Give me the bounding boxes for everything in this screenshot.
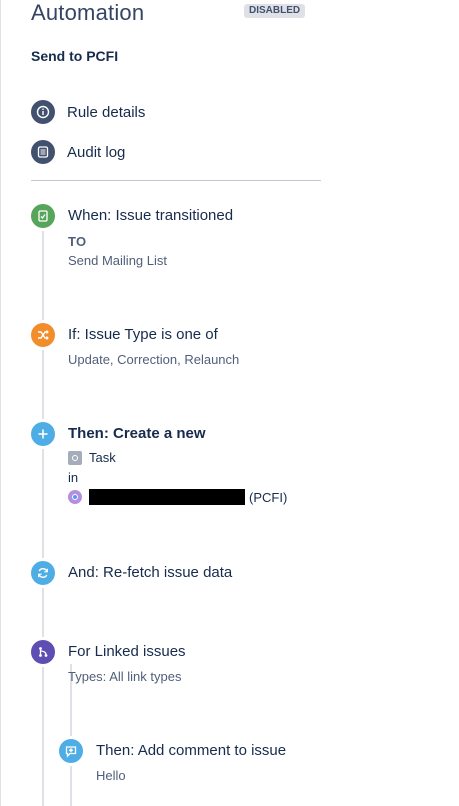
trigger-heading: When: Issue transitioned (68, 207, 234, 224)
add-comment-step[interactable]: Then: Add comment to issue Hello (59, 739, 359, 787)
plus-icon (31, 422, 55, 446)
trigger-icon (31, 204, 55, 228)
trigger-to-label: TO (68, 234, 87, 249)
timeline-connector (42, 228, 44, 806)
branch-heading: For Linked issues (68, 643, 186, 660)
audit-log-label: Audit log (67, 143, 126, 161)
project-avatar-icon (68, 490, 82, 504)
info-icon (31, 100, 55, 124)
refetch-heading: And: Re-fetch issue data (68, 564, 233, 581)
task-icon (68, 450, 82, 465)
issue-type-value: Task (89, 450, 116, 465)
list-icon (31, 140, 55, 164)
audit-log-menu-item[interactable]: Audit log (31, 140, 125, 164)
project-row: (PCFI) (68, 489, 287, 505)
project-key: (PCFI) (249, 489, 288, 505)
condition-step[interactable]: If: Issue Type is one of Update, Correct… (31, 323, 331, 371)
create-issue-step[interactable]: Then: Create a new Task in (PCFI) (31, 422, 351, 512)
comment-icon (59, 739, 83, 763)
condition-value: Update, Correction, Relaunch (68, 352, 240, 367)
rule-details-label: Rule details (67, 103, 146, 121)
branch-icon (31, 640, 55, 664)
branch-step[interactable]: For Linked issues Types: All link types (31, 640, 331, 688)
comment-heading: Then: Add comment to issue (96, 742, 287, 759)
refetch-step[interactable]: And: Re-fetch issue data (31, 561, 331, 587)
issue-type-row: Task (68, 450, 116, 465)
comment-value: Hello (96, 768, 126, 783)
divider (31, 180, 321, 181)
shuffle-icon (31, 323, 55, 347)
create-heading: Then: Create a new (68, 425, 206, 442)
condition-heading: If: Issue Type is one of (68, 326, 218, 343)
refresh-icon (31, 561, 55, 585)
in-label: in (68, 470, 79, 485)
rule-details-menu-item[interactable]: Rule details (31, 100, 145, 124)
rule-name: Send to PCFI (31, 48, 119, 64)
status-badge: DISABLED (244, 4, 306, 18)
trigger-step[interactable]: When: Issue transitioned TO Send Mailing… (31, 204, 331, 272)
branch-types: Types: All link types (68, 669, 182, 684)
redacted-project-name (89, 489, 245, 505)
left-border (0, 0, 1, 806)
page-title: Automation (31, 0, 145, 25)
trigger-to-value: Send Mailing List (68, 253, 167, 268)
